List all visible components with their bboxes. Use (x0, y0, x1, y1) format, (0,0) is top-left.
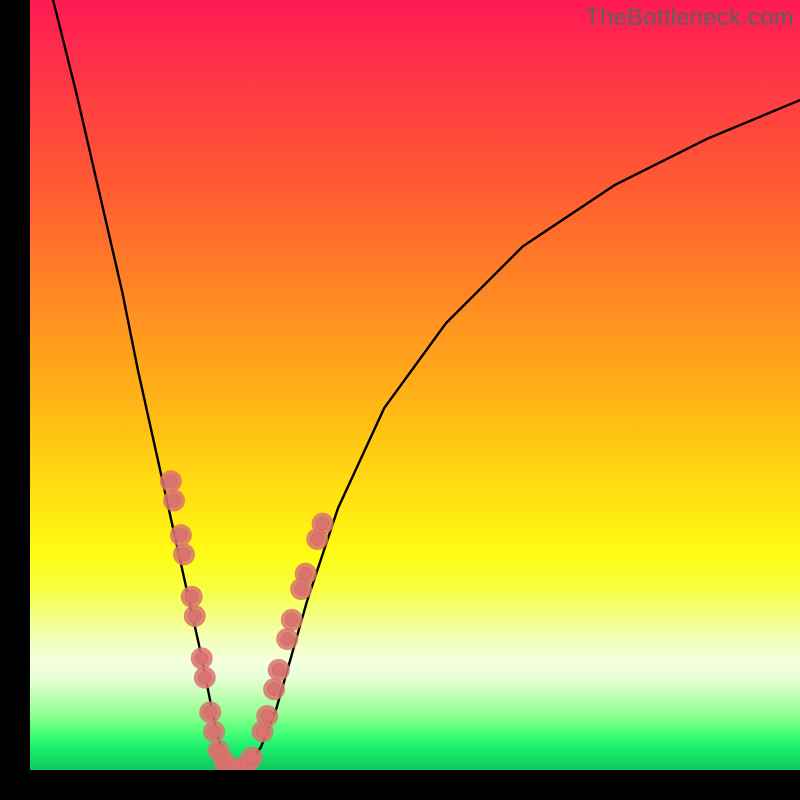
chart-svg (30, 0, 800, 770)
data-marker-core (281, 633, 294, 646)
curve-layer (53, 0, 800, 770)
data-marker-core (198, 671, 211, 684)
chart-frame: TheBottleneck.com (0, 0, 800, 800)
watermark-text: TheBottleneck.com (585, 4, 794, 32)
data-marker-core (164, 475, 177, 488)
marker-layer (160, 470, 334, 770)
data-marker-core (208, 725, 221, 738)
data-marker-core (185, 590, 198, 603)
data-marker-core (174, 529, 187, 542)
bottleneck-curve (53, 0, 800, 770)
data-marker-core (178, 548, 191, 561)
data-marker-core (245, 751, 258, 764)
data-marker-core (268, 683, 281, 696)
data-marker-core (261, 710, 274, 723)
data-marker-core (316, 517, 329, 530)
data-marker-core (285, 613, 298, 626)
data-marker-core (195, 652, 208, 665)
plot-area (30, 0, 800, 770)
data-marker-core (188, 610, 201, 623)
data-marker-core (167, 494, 180, 507)
data-marker-core (272, 663, 285, 676)
data-marker-core (204, 706, 217, 719)
data-marker-core (299, 567, 312, 580)
